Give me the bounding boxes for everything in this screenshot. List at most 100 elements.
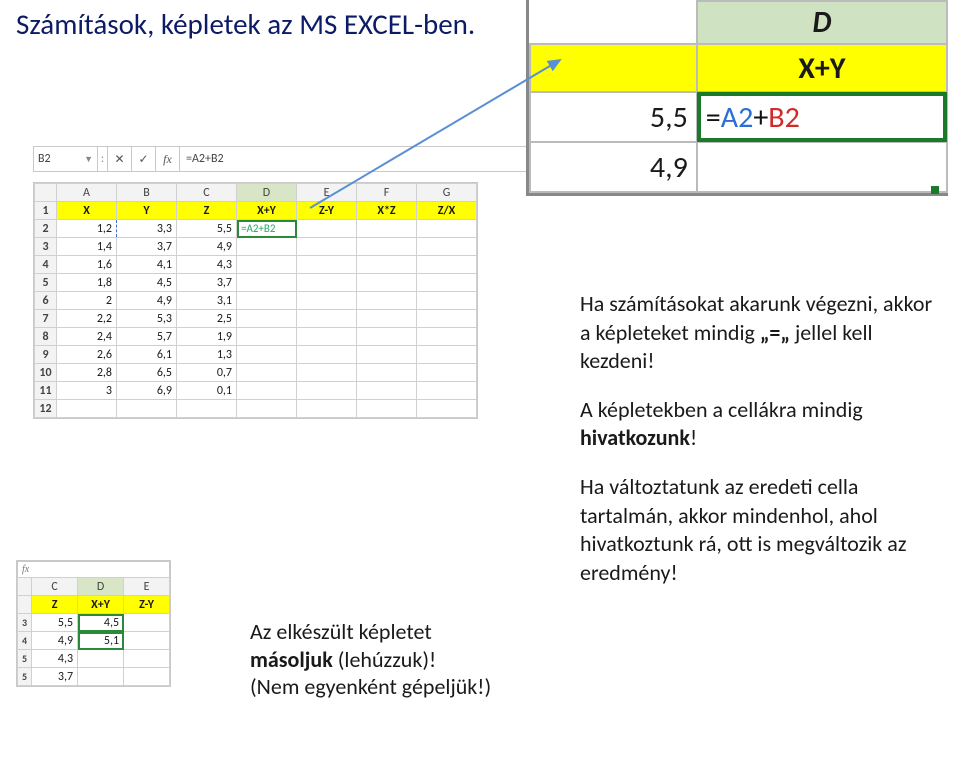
cell[interactable] (237, 292, 297, 310)
cancel-icon[interactable]: ✕ (108, 147, 132, 171)
header-ZmY[interactable]: Z-Y (297, 202, 357, 220)
cell[interactable] (237, 310, 297, 328)
cell[interactable]: 2,5 (177, 310, 237, 328)
cell[interactable]: 0,7 (177, 364, 237, 382)
cell[interactable] (417, 382, 477, 400)
row-8[interactable]: 8 (35, 328, 57, 346)
cell[interactable] (357, 382, 417, 400)
cell[interactable] (237, 274, 297, 292)
cell[interactable] (124, 650, 170, 668)
spreadsheet-main[interactable]: A B C D E F G 1 X Y Z X+Y Z-Y X*Z Z/X 2 … (33, 182, 478, 419)
row-4[interactable]: 4 (35, 256, 57, 274)
cell[interactable]: 2,8 (57, 364, 117, 382)
row-3[interactable]: 3 (35, 238, 57, 256)
col-E[interactable]: E (124, 578, 170, 596)
cell[interactable]: 6,1 (117, 346, 177, 364)
cell[interactable] (237, 256, 297, 274)
cell[interactable] (124, 632, 170, 650)
row[interactable]: 4 (18, 632, 32, 650)
cell[interactable] (78, 650, 124, 668)
row[interactable]: 5 (18, 650, 32, 668)
cell[interactable] (417, 274, 477, 292)
cell[interactable] (417, 346, 477, 364)
cell[interactable]: 4,9 (177, 238, 237, 256)
cell[interactable] (57, 400, 117, 418)
row[interactable]: 5 (18, 668, 32, 686)
fx-icon[interactable]: fx (156, 147, 180, 171)
row-6[interactable]: 6 (35, 292, 57, 310)
cell[interactable]: 6,5 (117, 364, 177, 382)
header-XpY[interactable]: X+Y (78, 596, 124, 614)
cell[interactable]: 3,7 (117, 238, 177, 256)
header-XtZ[interactable]: X*Z (357, 202, 417, 220)
cell[interactable]: 2,6 (57, 346, 117, 364)
cell[interactable] (357, 346, 417, 364)
cell[interactable] (124, 668, 170, 686)
cell[interactable]: 2,2 (57, 310, 117, 328)
cell[interactable]: 3 (57, 382, 117, 400)
accept-icon[interactable]: ✓ (132, 147, 156, 171)
cell[interactable] (237, 382, 297, 400)
cell[interactable]: 1,4 (57, 238, 117, 256)
row-5[interactable]: 5 (35, 274, 57, 292)
cell[interactable]: 4,5 (78, 614, 124, 632)
cell[interactable] (78, 668, 124, 686)
cell[interactable]: 3,3 (117, 220, 177, 238)
cell[interactable] (117, 400, 177, 418)
row[interactable]: 3 (18, 614, 32, 632)
header-Z[interactable]: Z (177, 202, 237, 220)
row[interactable] (18, 596, 32, 614)
header-X[interactable]: X (57, 202, 117, 220)
cell[interactable]: 4,9 (32, 632, 78, 650)
cell[interactable] (357, 220, 417, 238)
cell[interactable] (124, 614, 170, 632)
cell[interactable] (417, 292, 477, 310)
row-2[interactable]: 2 (35, 220, 57, 238)
cell[interactable]: 5,3 (117, 310, 177, 328)
cell[interactable] (417, 238, 477, 256)
cell[interactable] (417, 256, 477, 274)
cell[interactable]: 4,5 (117, 274, 177, 292)
cell[interactable]: 1,3 (177, 346, 237, 364)
cell[interactable] (297, 328, 357, 346)
cell[interactable] (357, 292, 417, 310)
cell[interactable] (297, 346, 357, 364)
cell[interactable] (237, 238, 297, 256)
header-ZdX[interactable]: Z/X (417, 202, 477, 220)
header-Z[interactable]: Z (32, 596, 78, 614)
cell[interactable]: 3,7 (177, 274, 237, 292)
row-11[interactable]: 11 (35, 382, 57, 400)
chevron-down-icon[interactable]: ▼ (84, 154, 93, 165)
col-G[interactable]: G (417, 184, 477, 202)
cell[interactable] (177, 400, 237, 418)
cell[interactable] (417, 400, 477, 418)
cell[interactable] (297, 256, 357, 274)
row-10[interactable]: 10 (35, 364, 57, 382)
col-C[interactable]: C (177, 184, 237, 202)
col-C[interactable]: C (32, 578, 78, 596)
header-XpY[interactable]: X+Y (237, 202, 297, 220)
cell[interactable] (357, 364, 417, 382)
cell[interactable]: 1,9 (177, 328, 237, 346)
cell[interactable] (297, 364, 357, 382)
formula-input[interactable]: =A2+B2 (180, 147, 544, 171)
cell[interactable] (297, 220, 357, 238)
cell[interactable] (417, 364, 477, 382)
cell[interactable]: 1,6 (57, 256, 117, 274)
col-B[interactable]: B (117, 184, 177, 202)
row-9[interactable]: 9 (35, 346, 57, 364)
col-D[interactable]: D (237, 184, 297, 202)
cell[interactable]: 5,5 (177, 220, 237, 238)
cell[interactable]: 3,1 (177, 292, 237, 310)
cell[interactable] (417, 220, 477, 238)
cell-editing[interactable]: =A2+B2 (237, 220, 297, 238)
select-all-corner[interactable] (35, 184, 57, 202)
cell[interactable] (297, 292, 357, 310)
name-box[interactable]: B2 ▼ (34, 147, 98, 171)
cell[interactable]: 1,2 (57, 220, 117, 238)
zoom-formula-cell[interactable]: =A2+B2 (697, 92, 947, 142)
spreadsheet-copy[interactable]: fx C D E Z X+Y Z-Y 35,54,5 44,95,1 54,3 … (16, 560, 171, 687)
cell[interactable]: 1,8 (57, 274, 117, 292)
row-7[interactable]: 7 (35, 310, 57, 328)
col-F[interactable]: F (357, 184, 417, 202)
